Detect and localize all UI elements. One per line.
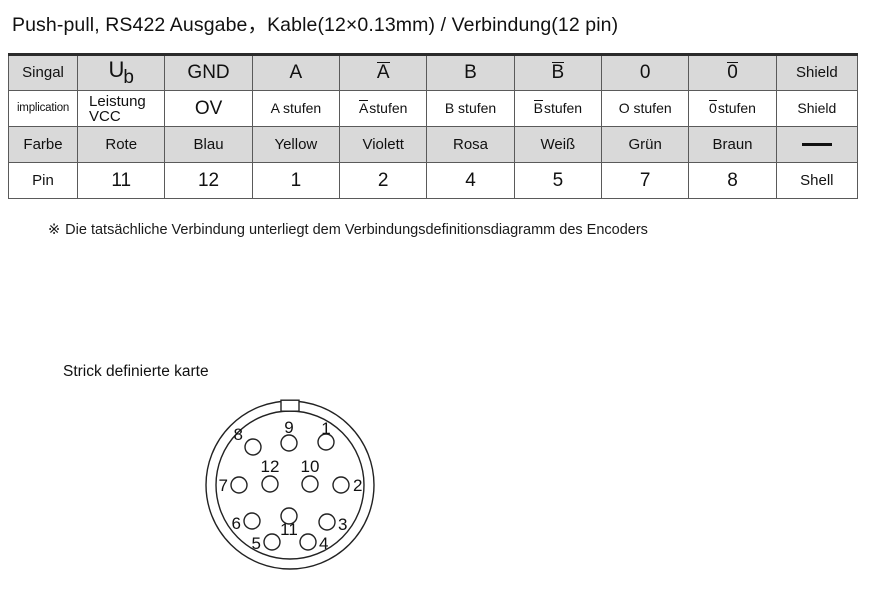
pin-label-2: 2 [353, 476, 362, 495]
footnote-text: Die tatsächliche Verbindung unterliegt d… [65, 222, 648, 238]
cell-signal-a-bar: A [339, 54, 428, 91]
table-row-pin: Pin 11 12 1 2 4 5 7 8 Shell [7, 162, 859, 199]
pin-label-8: 8 [234, 425, 243, 444]
cell-implication-zero: O stufen [601, 90, 690, 127]
pin-hole-3 [318, 513, 336, 531]
cell-signal-ub: Ub [77, 54, 166, 91]
cell-signal-shield: Shield [775, 54, 859, 91]
pin-hole-12 [261, 475, 279, 493]
pin-label-10: 10 [301, 457, 320, 476]
table-row-color: Farbe Rote Blau Yellow Violett Rosa Weiß… [7, 126, 859, 163]
pin-label-5: 5 [252, 534, 261, 553]
cell-color-ub: Rote [77, 126, 166, 163]
cell-implication-ub: Leistung VCC [77, 90, 166, 127]
cell-pin-zero-bar: 8 [688, 162, 777, 199]
cell-pin-label: Pin [7, 162, 79, 199]
cell-color-zero-bar: Braun [688, 126, 777, 163]
pin-hole-2 [332, 476, 350, 494]
cell-pin-a: 1 [251, 162, 341, 199]
leistung-line1: Leistung [89, 92, 146, 110]
cell-pin-ub: 11 [77, 162, 166, 199]
cell-color-zero: Grün [601, 126, 690, 163]
overline-b-mark: B [533, 100, 543, 117]
page-title: Push-pull, RS422 Ausgabe，Kable(12×0.13mm… [12, 14, 619, 36]
cell-pin-shield: Shell [775, 162, 859, 199]
ub-subscript: b [123, 67, 134, 89]
cell-signal-gnd: GND [164, 54, 253, 91]
overline-a-mark: A [358, 100, 369, 117]
cell-color-a: Yellow [251, 126, 341, 163]
pin-hole-10 [301, 475, 319, 493]
ub-main-letter: U [108, 57, 125, 83]
notch-fill [282, 401, 298, 410]
cell-color-shield [775, 126, 859, 163]
zero-bar-stufen-text: stufen [717, 100, 756, 117]
pin-hole-7 [230, 476, 248, 494]
table-row-implication: implication Leistung VCC OV A stufen Ast… [7, 90, 859, 127]
cell-signal-zero: 0 [601, 54, 690, 91]
cell-pin-b: 4 [426, 162, 515, 199]
cell-color-b: Rosa [426, 126, 515, 163]
cell-signal-zero-bar: 0 [688, 54, 777, 91]
zero-bar-stufen: 0stufen [709, 100, 756, 116]
pin-label-11: 11 [280, 520, 298, 539]
cell-implication-a-bar: Astufen [339, 90, 428, 127]
cell-signal-label: Singal [7, 54, 79, 91]
cell-implication-label: implication [7, 90, 79, 127]
pin-hole-6 [243, 512, 261, 530]
pin-label-4: 4 [319, 534, 328, 553]
connector-caption: Strick definierte karte [63, 363, 209, 380]
b-bar-stufen-text: stufen [543, 100, 583, 117]
a-bar-stufen-text: stufen [369, 100, 408, 117]
cell-signal-a: A [251, 54, 341, 91]
connector-pinout-diagram: 1 2 3 4 5 6 7 8 9 10 11 12 [190, 390, 395, 580]
overline-zero-mark: 0 [709, 100, 717, 117]
pin-label-1: 1 [321, 419, 330, 438]
pin-hole-8 [244, 438, 262, 456]
cell-signal-b: B [426, 54, 515, 91]
cell-pin-zero: 7 [601, 162, 690, 199]
footnote: ※ Die tatsächliche Verbindung unterliegt … [48, 222, 648, 238]
cell-implication-gnd: OV [164, 90, 253, 127]
overline-a: A [376, 62, 390, 84]
pin-hole-9 [280, 434, 298, 452]
cell-pin-gnd: 12 [164, 162, 253, 199]
cell-pin-a-bar: 2 [339, 162, 428, 199]
pin-label-7: 7 [219, 476, 228, 495]
cell-color-label: Farbe [7, 126, 79, 163]
cell-pin-b-bar: 5 [513, 162, 603, 199]
pin-label-9: 9 [284, 418, 293, 437]
cell-implication-shield: Shield [775, 90, 859, 127]
overline-b: B [551, 62, 565, 84]
a-bar-stufen: Astufen [358, 100, 408, 117]
cell-signal-b-bar: B [513, 54, 603, 91]
leistung-vcc-block: Leistung VCC [80, 94, 162, 124]
pin-label-6: 6 [232, 514, 241, 533]
table-row-signal: Singal Ub GND A A B B 0 0 Shield [7, 54, 859, 91]
cell-implication-b: B stufen [426, 90, 515, 127]
cell-implication-a: A stufen [251, 90, 341, 127]
pin-label-12: 12 [261, 457, 280, 476]
pin-hole-5 [263, 533, 281, 551]
leistung-line2: VCC [89, 107, 121, 125]
cell-implication-zero-bar: 0stufen [688, 90, 777, 127]
pin-hole-4 [299, 533, 317, 551]
overline-zero: 0 [727, 62, 738, 84]
b-bar-stufen: Bstufen [533, 100, 583, 117]
cell-color-b-bar: Weiß [513, 126, 603, 163]
cell-color-a-bar: Violett [339, 126, 428, 163]
cell-implication-b-bar: Bstufen [513, 90, 603, 127]
dash-icon [801, 142, 832, 147]
cell-color-gnd: Blau [164, 126, 253, 163]
pin-assignment-table: Singal Ub GND A A B B 0 0 Shield implica… [7, 53, 859, 199]
pin-label-3: 3 [338, 515, 347, 534]
reference-mark-icon: ※ [48, 222, 61, 238]
